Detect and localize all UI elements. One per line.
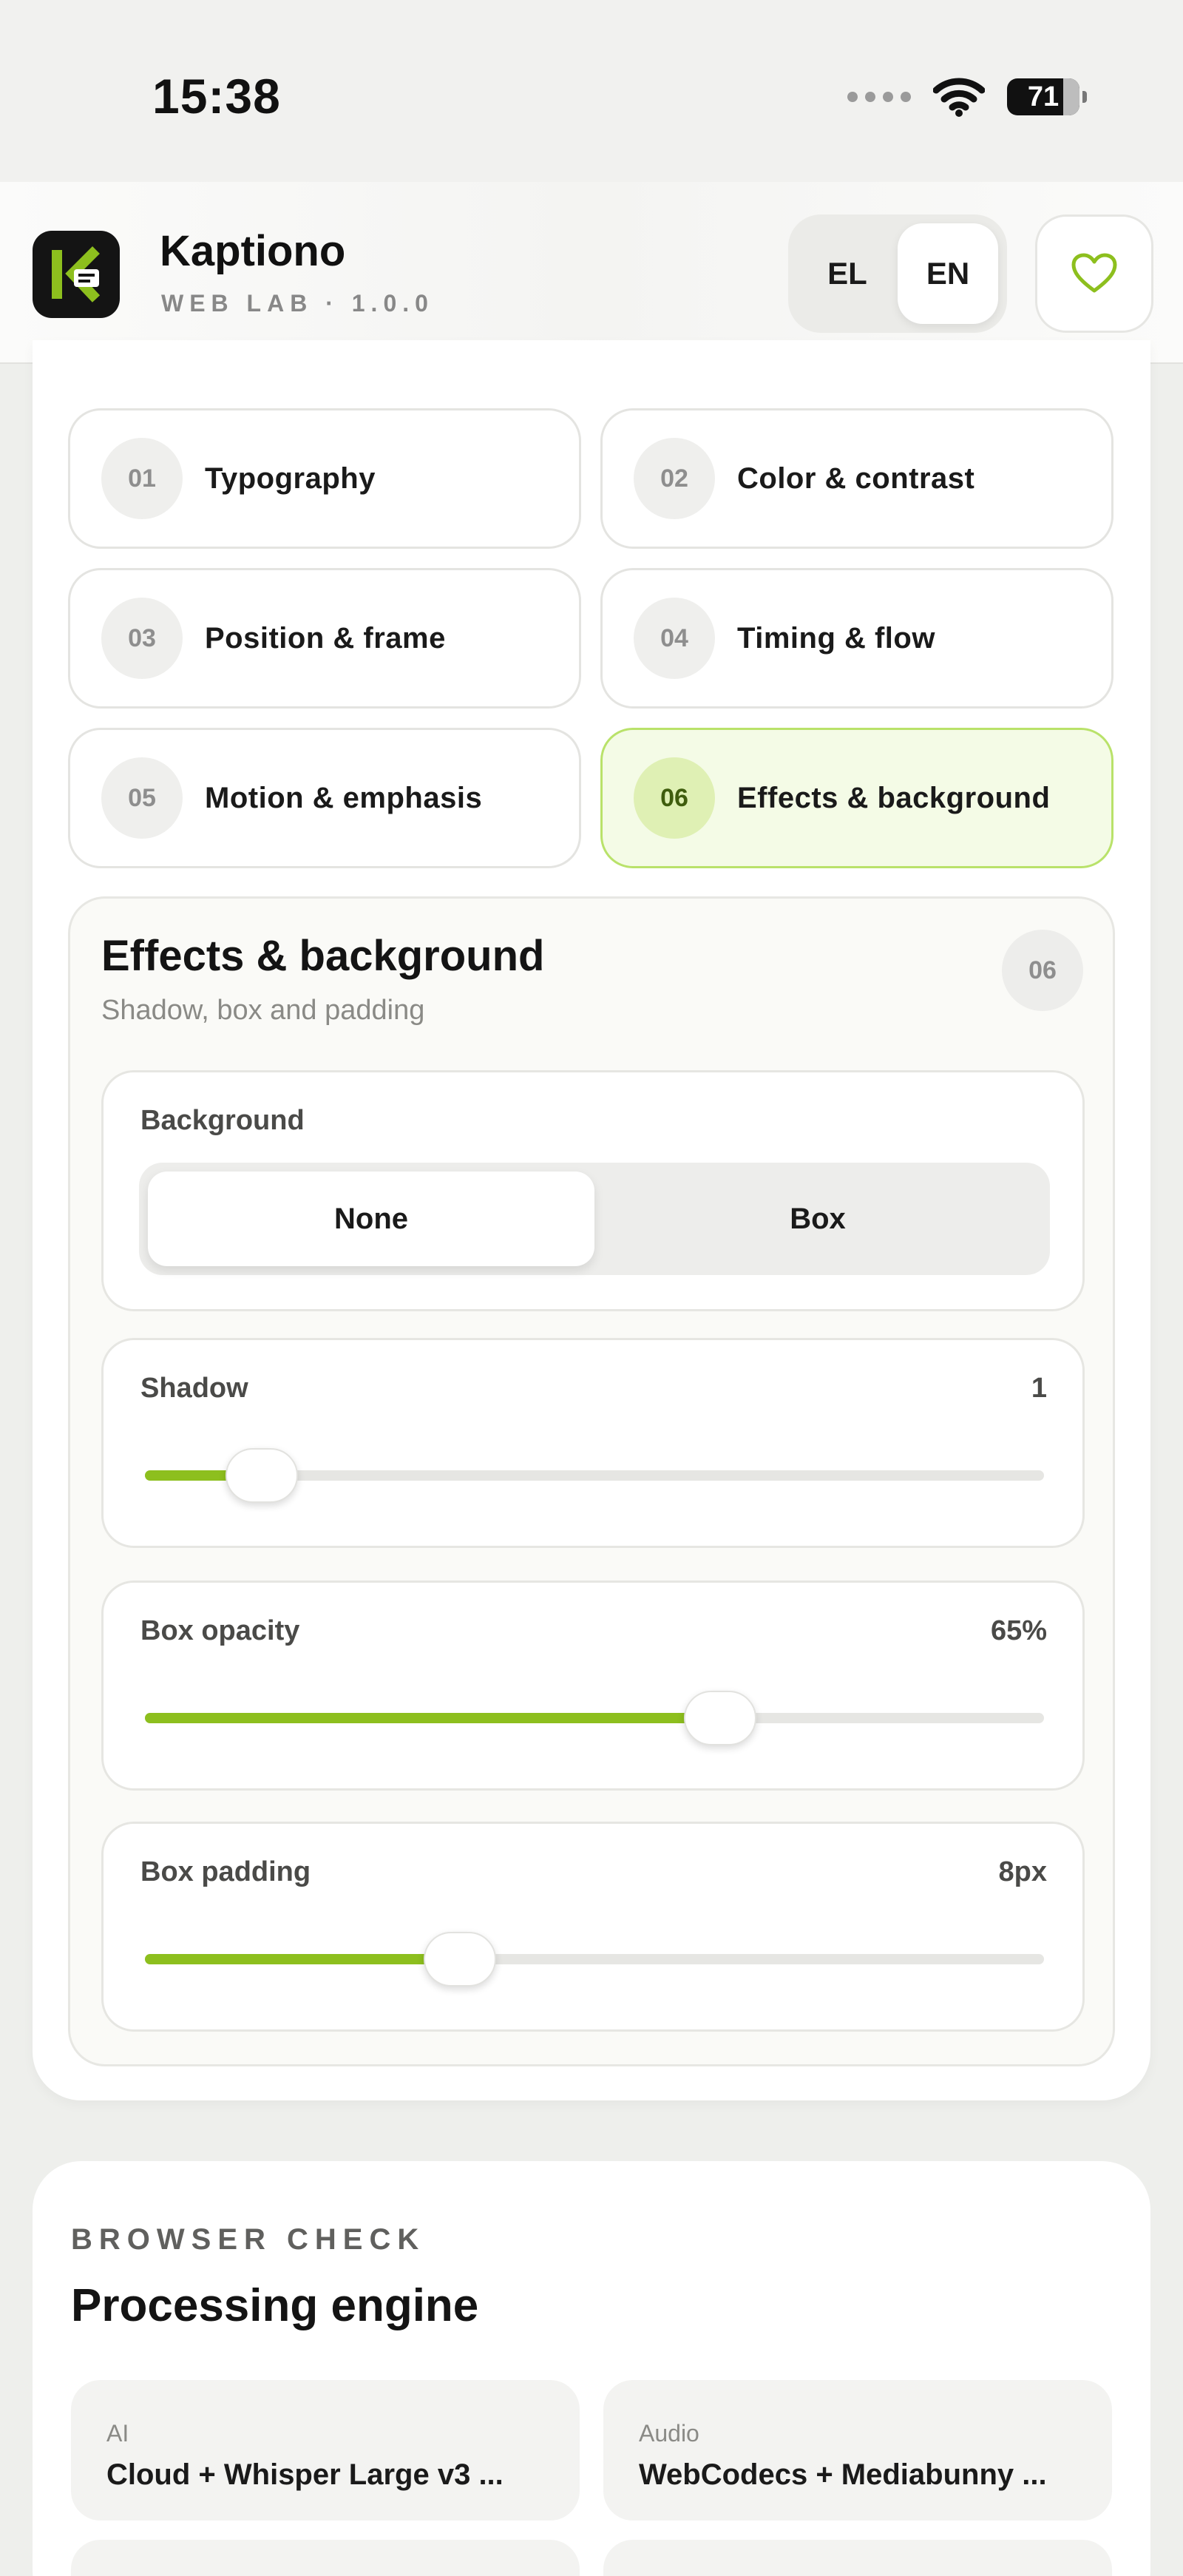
app-header: Kaptiono WEB LAB · 1.0.0 EL EN (0, 182, 1183, 364)
language-switch: EL EN (788, 214, 1007, 333)
shadow-value: 1 (1031, 1373, 1047, 1404)
nav-item-effects-background[interactable]: 06 Effects & background (600, 728, 1113, 868)
favorite-button[interactable] (1035, 214, 1153, 333)
background-control: Background None Box (101, 1070, 1085, 1311)
cellular-signal-icon (847, 92, 911, 102)
nav-item-position-frame[interactable]: 03 Position & frame (68, 568, 581, 709)
box-padding-slider-fill (145, 1954, 460, 1964)
nav-item-typography[interactable]: 01 Typography (68, 408, 581, 549)
wifi-icon (933, 78, 985, 117)
nav-item-label: Effects & background (737, 781, 1051, 814)
nav-item-timing-flow[interactable]: 04 Timing & flow (600, 568, 1113, 709)
processing-engine-title: Processing engine (71, 2280, 479, 2331)
nav-item-label: Position & frame (205, 621, 446, 655)
engine-tile-label: Audio (639, 2420, 699, 2447)
heart-icon (1071, 253, 1117, 293)
box-opacity-slider-fill (145, 1713, 721, 1723)
browser-check-card: BROWSER CHECK Processing engine AI Cloud… (33, 2161, 1150, 2576)
nav-item-number: 05 (101, 757, 183, 839)
battery-level: 71 (1027, 81, 1060, 112)
box-opacity-control: Box opacity 65% (101, 1581, 1085, 1791)
shadow-control: Shadow 1 (101, 1338, 1085, 1548)
box-opacity-value: 65% (990, 1615, 1047, 1646)
battery-icon: 71 (1007, 78, 1087, 115)
section-title: Effects & background (101, 932, 545, 980)
shadow-slider[interactable] (145, 1448, 1044, 1503)
nav-item-motion-emphasis[interactable]: 05 Motion & emphasis (68, 728, 581, 868)
nav-item-number: 06 (634, 757, 715, 839)
box-opacity-slider-thumb[interactable] (684, 1691, 757, 1745)
section-number-badge: 06 (1002, 930, 1083, 1011)
nav-item-number: 03 (101, 598, 183, 679)
engine-tile-label: AI (106, 2420, 129, 2447)
app-subtitle: WEB LAB · 1.0.0 (161, 290, 434, 317)
background-label: Background (140, 1105, 305, 1136)
language-en-button[interactable]: EN (898, 223, 998, 324)
box-padding-slider-thumb[interactable] (423, 1932, 496, 1987)
box-opacity-slider[interactable] (145, 1691, 1044, 1745)
engine-tile-value: Cloud + Whisper Large v3 ... (106, 2458, 504, 2491)
engine-tile-value: WebCodecs + Mediabunny ... (639, 2458, 1047, 2491)
shadow-slider-thumb[interactable] (226, 1448, 299, 1503)
nav-item-number: 02 (634, 438, 715, 519)
shadow-label: Shadow (140, 1373, 248, 1404)
nav-item-label: Motion & emphasis (205, 781, 483, 814)
status-time: 15:38 (152, 69, 281, 124)
background-none-button[interactable]: None (148, 1172, 594, 1266)
status-bar: 15:38 71 (0, 0, 1183, 182)
box-padding-slider[interactable] (145, 1932, 1044, 1987)
box-padding-label: Box padding (140, 1856, 311, 1887)
engine-tile-ai: AI Cloud + Whisper Large v3 ... (71, 2380, 580, 2521)
nav-item-label: Timing & flow (737, 621, 935, 655)
engine-tile (71, 2540, 580, 2576)
section-subtitle: Shadow, box and padding (101, 995, 425, 1026)
app-name: Kaptiono (160, 227, 346, 275)
effects-background-panel: Effects & background Shadow, box and pad… (68, 896, 1115, 2066)
nav-item-number: 04 (634, 598, 715, 679)
nav-item-number: 01 (101, 438, 183, 519)
engine-tile-audio: Audio WebCodecs + Mediabunny ... (603, 2380, 1112, 2521)
box-padding-value: 8px (998, 1856, 1047, 1887)
nav-item-label: Color & contrast (737, 462, 975, 495)
nav-item-label: Typography (205, 462, 376, 495)
language-el-button[interactable]: EL (797, 223, 898, 324)
nav-item-color-contrast[interactable]: 02 Color & contrast (600, 408, 1113, 549)
background-segmented-control: None Box (139, 1163, 1050, 1275)
box-padding-control: Box padding 8px (101, 1822, 1085, 2032)
browser-check-kicker: BROWSER CHECK (71, 2223, 426, 2256)
app-logo-icon (33, 231, 120, 318)
background-box-button[interactable]: Box (594, 1172, 1041, 1266)
box-opacity-label: Box opacity (140, 1615, 300, 1646)
engine-tile (603, 2540, 1112, 2576)
status-icons: 71 (847, 71, 1087, 123)
settings-card: 01 Typography 02 Color & contrast 03 Pos… (33, 340, 1150, 2100)
